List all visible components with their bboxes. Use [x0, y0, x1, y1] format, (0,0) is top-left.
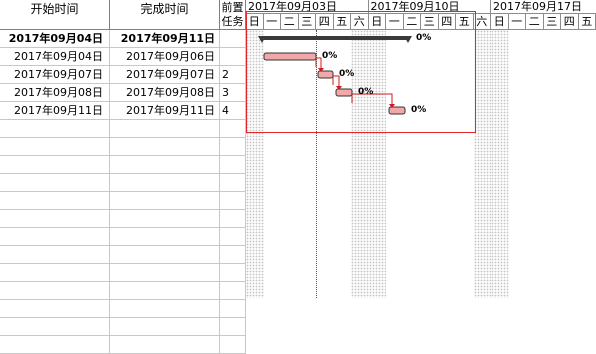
predecessor-cell[interactable]: [220, 228, 246, 246]
gantt-view: 开始时间 完成时间 前置任务 2017年09月04日2017年09月11日201…: [0, 0, 596, 298]
finish-date-cell[interactable]: [110, 228, 220, 246]
finish-date-cell[interactable]: 2017年09月11日: [110, 30, 220, 48]
predecessor-cell[interactable]: [220, 192, 246, 210]
finish-date-cell[interactable]: [110, 246, 220, 264]
start-date-cell[interactable]: [0, 282, 110, 300]
start-date-cell[interactable]: 2017年09月04日: [0, 30, 110, 48]
predecessor-cell[interactable]: [220, 30, 246, 48]
finish-date-cell[interactable]: [110, 210, 220, 228]
start-date-cell[interactable]: [0, 120, 110, 138]
start-date-cell[interactable]: 2017年09月04日: [0, 48, 110, 66]
table-row[interactable]: [0, 174, 246, 192]
start-date-cell[interactable]: [0, 264, 110, 282]
start-date-cell[interactable]: 2017年09月07日: [0, 66, 110, 84]
gantt-chart: 2017年09月03日2017年09月10日2017年09月17日日一二三四五六…: [246, 0, 596, 298]
predecessor-cell[interactable]: [220, 282, 246, 300]
predecessor-cell[interactable]: 4: [220, 102, 246, 120]
predecessor-cell[interactable]: [220, 210, 246, 228]
table-row[interactable]: [0, 246, 246, 264]
predecessor-cell[interactable]: [220, 336, 246, 354]
table-row[interactable]: [0, 120, 246, 138]
table-row[interactable]: 2017年09月04日2017年09月06日: [0, 48, 246, 66]
start-date-cell[interactable]: 2017年09月11日: [0, 102, 110, 120]
table-row[interactable]: 2017年09月07日2017年09月07日2: [0, 66, 246, 84]
start-date-cell[interactable]: [0, 174, 110, 192]
start-date-cell[interactable]: [0, 192, 110, 210]
table-row[interactable]: [0, 336, 246, 354]
predecessor-cell[interactable]: [220, 318, 246, 336]
table-row[interactable]: 2017年09月04日2017年09月11日: [0, 30, 246, 48]
predecessor-cell[interactable]: 3: [220, 84, 246, 102]
finish-date-cell[interactable]: [110, 174, 220, 192]
finish-date-cell[interactable]: 2017年09月08日: [110, 84, 220, 102]
table-row[interactable]: [0, 138, 246, 156]
predecessor-cell[interactable]: [220, 300, 246, 318]
finish-date-cell[interactable]: [110, 300, 220, 318]
table-row[interactable]: [0, 318, 246, 336]
selection-rectangle: [246, 11, 476, 133]
start-date-cell[interactable]: [0, 210, 110, 228]
table-row[interactable]: [0, 192, 246, 210]
start-date-cell[interactable]: [0, 318, 110, 336]
start-date-cell[interactable]: 2017年09月08日: [0, 84, 110, 102]
column-header-predecessors[interactable]: 前置任务: [220, 0, 246, 30]
start-date-cell[interactable]: [0, 336, 110, 354]
start-date-cell[interactable]: [0, 246, 110, 264]
table-row[interactable]: [0, 156, 246, 174]
column-header-finish[interactable]: 完成时间: [110, 0, 220, 30]
table-row[interactable]: [0, 264, 246, 282]
predecessor-cell[interactable]: [220, 174, 246, 192]
table-row[interactable]: 2017年09月08日2017年09月08日3: [0, 84, 246, 102]
finish-date-cell[interactable]: [110, 282, 220, 300]
finish-date-cell[interactable]: [110, 156, 220, 174]
start-date-cell[interactable]: [0, 138, 110, 156]
finish-date-cell[interactable]: [110, 318, 220, 336]
table-row[interactable]: [0, 228, 246, 246]
table-rows: 2017年09月04日2017年09月11日2017年09月04日2017年09…: [0, 30, 246, 354]
start-date-cell[interactable]: [0, 156, 110, 174]
task-table: 开始时间 完成时间 前置任务 2017年09月04日2017年09月11日201…: [0, 0, 246, 298]
predecessor-cell[interactable]: 2: [220, 66, 246, 84]
start-date-cell[interactable]: [0, 228, 110, 246]
table-row[interactable]: [0, 300, 246, 318]
table-row[interactable]: [0, 210, 246, 228]
predecessor-cell[interactable]: [220, 120, 246, 138]
predecessor-cell[interactable]: [220, 48, 246, 66]
finish-date-cell[interactable]: 2017年09月11日: [110, 102, 220, 120]
start-date-cell[interactable]: [0, 300, 110, 318]
predecessor-cell[interactable]: [220, 156, 246, 174]
finish-date-cell[interactable]: [110, 138, 220, 156]
table-row[interactable]: [0, 282, 246, 300]
predecessor-cell[interactable]: [220, 138, 246, 156]
predecessor-cell[interactable]: [220, 246, 246, 264]
finish-date-cell[interactable]: [110, 336, 220, 354]
finish-date-cell[interactable]: [110, 192, 220, 210]
finish-date-cell[interactable]: [110, 264, 220, 282]
table-row[interactable]: 2017年09月11日2017年09月11日4: [0, 102, 246, 120]
predecessor-cell[interactable]: [220, 264, 246, 282]
finish-date-cell[interactable]: [110, 120, 220, 138]
finish-date-cell[interactable]: 2017年09月07日: [110, 66, 220, 84]
column-header-start[interactable]: 开始时间: [0, 0, 110, 30]
finish-date-cell[interactable]: 2017年09月06日: [110, 48, 220, 66]
